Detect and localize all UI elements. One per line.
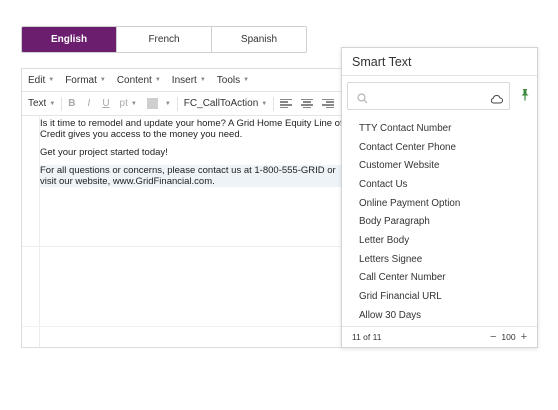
tab-english[interactable]: English xyxy=(22,27,117,52)
menu-insert-label: Insert xyxy=(171,74,197,86)
align-left-icon xyxy=(280,98,293,109)
menu-tools[interactable]: Tools ▼ xyxy=(217,75,249,86)
underline-button[interactable]: U xyxy=(102,98,109,109)
chevron-down-icon: ▼ xyxy=(164,100,171,107)
bold-button[interactable]: B xyxy=(68,98,75,109)
smart-text-list: TTY Contact Number Contact Center Phone … xyxy=(342,119,537,325)
smart-text-panel: Smart Text TTY Contact Number Contact Ce… xyxy=(341,47,538,348)
chevron-down-icon: ▼ xyxy=(49,100,56,107)
smart-text-search-row xyxy=(342,76,537,116)
font-size-select[interactable]: pt ▼ xyxy=(120,98,137,109)
language-tabs: English French Spanish xyxy=(21,26,307,53)
zoom-value: 100 xyxy=(501,332,516,342)
tab-french[interactable]: French xyxy=(117,27,212,52)
toolbar-divider xyxy=(61,96,63,111)
list-item[interactable]: Body Paragraph xyxy=(342,212,537,231)
editor-divider xyxy=(22,326,350,327)
document-body[interactable]: Is it time to remodel and update your ho… xyxy=(40,118,346,194)
list-item[interactable]: Letters Signee xyxy=(342,250,537,269)
list-item[interactable]: Contact Us xyxy=(342,175,537,194)
zoom-control: − 100 + xyxy=(490,331,527,343)
smart-text-search-box[interactable] xyxy=(347,82,510,110)
menu-edit[interactable]: Edit ▼ xyxy=(28,75,54,86)
chevron-down-icon: ▼ xyxy=(99,77,106,83)
menu-edit-label: Edit xyxy=(28,74,46,86)
menu-tools-label: Tools xyxy=(216,74,241,86)
search-icon xyxy=(357,91,368,109)
style-select-label: FC_CallToAction xyxy=(183,98,259,109)
align-center-button[interactable] xyxy=(301,98,314,109)
paragraph-contact: For all questions or concerns, please co… xyxy=(40,165,346,187)
smart-text-footer: 11 of 11 − 100 + xyxy=(342,326,537,347)
font-size-label: pt xyxy=(119,98,128,109)
list-item[interactable]: Letter Body xyxy=(342,231,537,250)
chevron-down-icon: ▼ xyxy=(243,77,250,83)
chevron-down-icon: ▼ xyxy=(130,100,137,107)
list-item[interactable]: Call Center Number xyxy=(342,269,537,288)
toolbar-divider xyxy=(273,96,275,111)
list-item[interactable]: Customer Website xyxy=(342,156,537,175)
tab-spanish[interactable]: Spanish xyxy=(212,27,306,52)
zoom-in-button[interactable]: + xyxy=(521,331,527,343)
italic-button[interactable]: I xyxy=(88,98,91,109)
list-item[interactable]: Grid Financial URL xyxy=(342,287,537,306)
list-item[interactable]: Contact Center Phone xyxy=(342,138,537,157)
text-style-label: Text xyxy=(28,98,47,109)
paragraph-intro: Is it time to remodel and update your ho… xyxy=(40,118,343,140)
color-swatch xyxy=(146,98,158,109)
search-input[interactable] xyxy=(370,88,482,104)
align-right-button[interactable] xyxy=(322,98,335,109)
align-right-icon xyxy=(322,98,335,109)
cloud-icon[interactable] xyxy=(490,91,503,109)
paragraph-cta: Get your project started today! xyxy=(40,147,168,158)
list-item[interactable]: TTY Contact Number xyxy=(342,119,537,138)
editor-content-area[interactable]: Is it time to remodel and update your ho… xyxy=(22,116,350,347)
smart-text-title: Smart Text xyxy=(342,48,537,76)
rich-text-editor: Edit ▼ Format ▼ Content ▼ Insert ▼ Tools ▼ Te… xyxy=(21,68,351,348)
editor-gutter xyxy=(22,116,40,347)
menu-format-label: Format xyxy=(65,74,97,86)
color-swatch-button[interactable]: ▼ xyxy=(146,98,171,109)
list-item[interactable]: Online Payment Option xyxy=(342,194,537,213)
pin-icon[interactable] xyxy=(520,88,530,106)
chevron-down-icon: ▼ xyxy=(261,100,268,107)
chevron-down-icon: ▼ xyxy=(154,77,161,83)
editor-divider xyxy=(22,246,350,247)
zoom-out-button[interactable]: − xyxy=(490,331,496,343)
align-center-icon xyxy=(301,98,314,109)
chevron-down-icon: ▼ xyxy=(48,77,55,83)
menu-insert[interactable]: Insert ▼ xyxy=(172,75,206,86)
editor-menubar: Edit ▼ Format ▼ Content ▼ Insert ▼ Tools ▼ xyxy=(22,69,350,92)
style-select[interactable]: FC_CallToAction ▼ xyxy=(184,98,267,109)
list-item[interactable]: Allow 30 Days xyxy=(342,306,537,325)
toolbar-divider xyxy=(176,96,178,111)
menu-content[interactable]: Content ▼ xyxy=(117,75,161,86)
chevron-down-icon: ▼ xyxy=(199,77,206,83)
editor-toolbar: Text ▼ B I U pt ▼ ▼ FC_CallToAction ▼ xyxy=(22,92,350,116)
text-style-select[interactable]: Text ▼ xyxy=(28,98,55,109)
menu-content-label: Content xyxy=(116,74,152,86)
align-left-button[interactable] xyxy=(280,98,293,109)
result-count: 11 of 11 xyxy=(352,332,382,342)
menu-format[interactable]: Format ▼ xyxy=(65,75,106,86)
